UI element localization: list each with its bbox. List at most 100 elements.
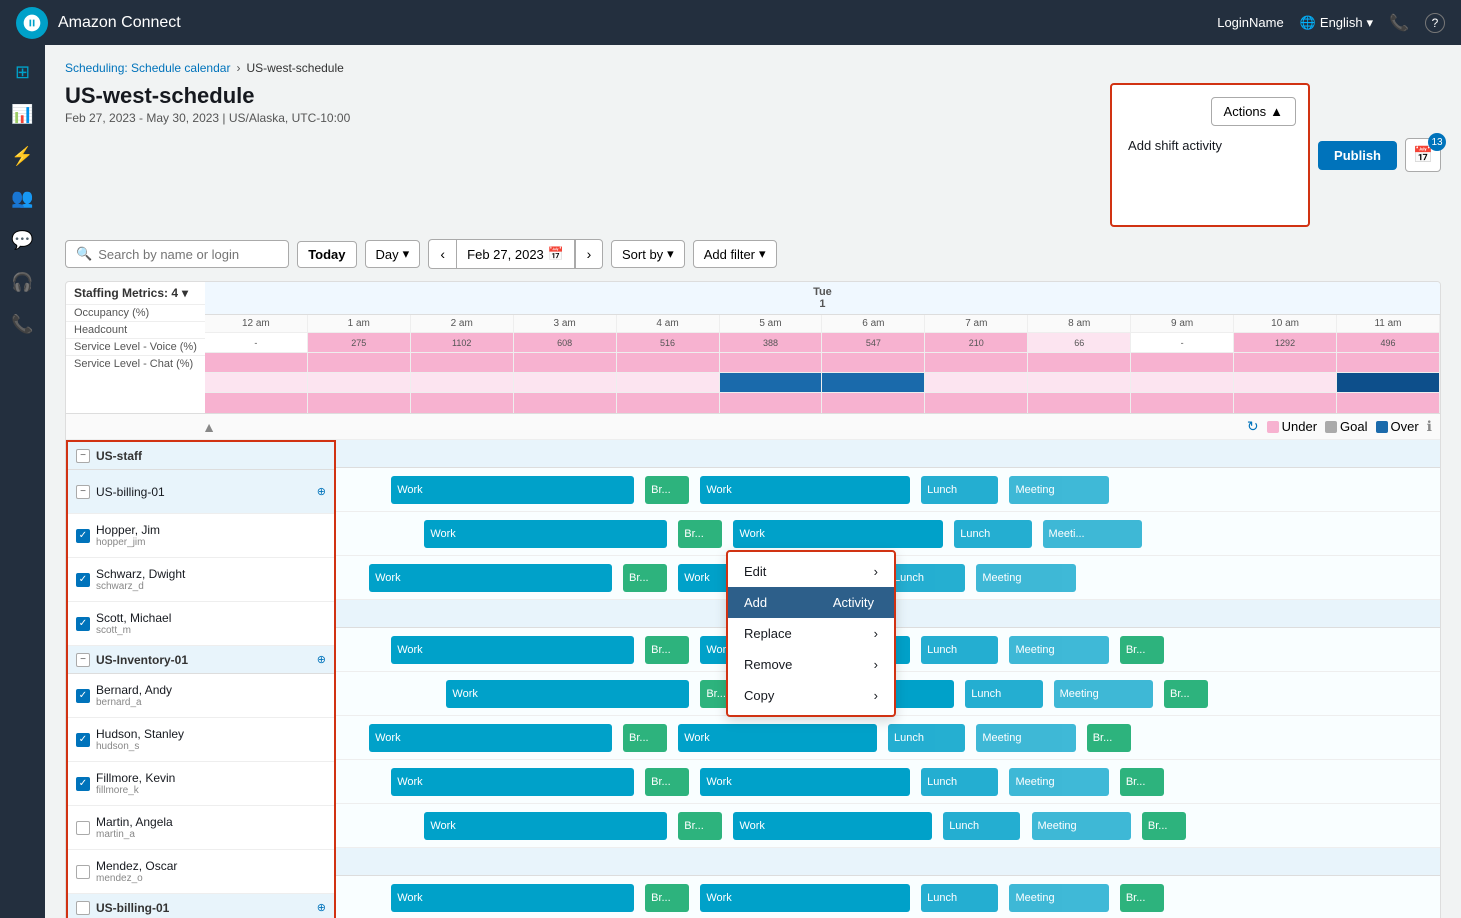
bernard-break-block[interactable]: Br...	[645, 636, 689, 664]
sidebar-item-home[interactable]: ⊞	[4, 53, 42, 91]
search-box[interactable]: 🔍	[65, 240, 289, 268]
bratton-lunch-block[interactable]: Lunch	[921, 884, 998, 912]
prev-date-button[interactable]: ‹	[428, 239, 456, 269]
billing-01-checkbox[interactable]: −	[76, 485, 90, 499]
bratton-work2-block[interactable]: Work	[700, 884, 910, 912]
refresh-icon[interactable]: ↻	[1247, 418, 1259, 435]
top-nav-right: LoginName 🌐 English ▾ 📞 ?	[1217, 13, 1445, 33]
sidebar-item-phone[interactable]: 📞	[4, 305, 42, 343]
bernard-meeting-block[interactable]: Meeting	[1009, 636, 1108, 664]
hudson-work-block[interactable]: Work	[446, 680, 689, 708]
mendez-work2-block[interactable]: Work	[733, 812, 932, 840]
bratton-break2-block[interactable]: Br...	[1120, 884, 1164, 912]
schwarz-checkbox[interactable]: ✓	[76, 573, 90, 587]
fillmore-work2-block[interactable]: Work	[678, 724, 877, 752]
context-replace[interactable]: Replace ›	[728, 618, 894, 649]
martin-checkbox[interactable]	[76, 821, 90, 835]
martin-break-block[interactable]: Br...	[645, 768, 689, 796]
over-label: Over	[1391, 419, 1419, 434]
martin-work2-block[interactable]: Work	[700, 768, 910, 796]
group-billing-checkbox[interactable]	[76, 901, 90, 915]
search-input[interactable]	[98, 247, 278, 262]
group-inventory-checkbox[interactable]: −	[76, 653, 90, 667]
scott-meeting-block[interactable]: Meeting	[976, 564, 1075, 592]
mendez-break-block[interactable]: Br...	[678, 812, 722, 840]
mendez-meeting-block[interactable]: Meeting	[1032, 812, 1131, 840]
fillmore-meeting-block[interactable]: Meeting	[976, 724, 1075, 752]
sidebar-item-headset[interactable]: 🎧	[4, 263, 42, 301]
publish-button[interactable]: Publish	[1318, 141, 1397, 170]
collapse-icon[interactable]: ▲	[202, 419, 216, 435]
sidebar-item-users[interactable]: 👥	[4, 179, 42, 217]
sidebar-item-analytics[interactable]: 📊	[4, 95, 42, 133]
bernard-lunch-block[interactable]: Lunch	[921, 636, 998, 664]
fillmore-break-block[interactable]: Br...	[623, 724, 667, 752]
hopper-meeting-block[interactable]: Meeting	[1009, 476, 1108, 504]
mendez-lunch-block[interactable]: Lunch	[943, 812, 1020, 840]
today-button[interactable]: Today	[297, 241, 356, 268]
billing-grp-expand[interactable]: ⊕	[317, 901, 326, 914]
language-selector[interactable]: 🌐 English ▾	[1300, 15, 1373, 31]
hopper-checkbox[interactable]: ✓	[76, 529, 90, 543]
actions-button[interactable]: Actions ▲	[1211, 97, 1297, 126]
sidebar-item-routing[interactable]: ⚡	[4, 137, 42, 175]
hudson-lunch-block[interactable]: Lunch	[965, 680, 1042, 708]
martin-meeting-block[interactable]: Meeting	[1009, 768, 1108, 796]
schwarz-break-block[interactable]: Br...	[678, 520, 722, 548]
martin-work-block[interactable]: Work	[391, 768, 634, 796]
bratton-work-block[interactable]: Work	[391, 884, 634, 912]
add-filter-button[interactable]: Add filter ▾	[693, 240, 777, 268]
bernard-work-block[interactable]: Work	[391, 636, 634, 664]
schwarz-work2-block[interactable]: Work	[733, 520, 943, 548]
next-date-button[interactable]: ›	[575, 239, 603, 269]
hudson-checkbox[interactable]: ✓	[76, 733, 90, 747]
scott-checkbox[interactable]: ✓	[76, 617, 90, 631]
fillmore-checkbox[interactable]: ✓	[76, 777, 90, 791]
martin-break2-block[interactable]: Br...	[1120, 768, 1164, 796]
martin-lunch-block[interactable]: Lunch	[921, 768, 998, 796]
schwarz-meeting-block[interactable]: Meeti...	[1043, 520, 1142, 548]
staffing-metrics-label: Staffing Metrics: 4 ▾	[66, 282, 205, 305]
scott-break-block[interactable]: Br...	[623, 564, 667, 592]
schwarz-info: Schwarz, Dwight schwarz_d	[96, 567, 185, 592]
scott-work-block[interactable]: Work	[369, 564, 612, 592]
bratton-break-block[interactable]: Br...	[645, 884, 689, 912]
add-shift-activity-item[interactable]: Add shift activity	[1112, 130, 1308, 161]
user-login: LoginName	[1217, 15, 1284, 30]
context-copy[interactable]: Copy ›	[728, 680, 894, 711]
scott-lunch-block[interactable]: Lunch	[888, 564, 965, 592]
schwarz-lunch-block[interactable]: Lunch	[954, 520, 1031, 548]
hudson-info: Hudson, Stanley hudson_s	[96, 727, 184, 752]
bernard-break2-block[interactable]: Br...	[1120, 636, 1164, 664]
bernard-checkbox[interactable]: ✓	[76, 689, 90, 703]
mendez-break2-block[interactable]: Br...	[1142, 812, 1186, 840]
calendar-button[interactable]: 📅 13	[1405, 138, 1441, 172]
help-icon[interactable]: ?	[1425, 13, 1445, 33]
sidebar-item-channels[interactable]: 💬	[4, 221, 42, 259]
fillmore-lunch-block[interactable]: Lunch	[888, 724, 965, 752]
hopper-work-block[interactable]: Work	[391, 476, 634, 504]
fillmore-break2-block[interactable]: Br...	[1087, 724, 1131, 752]
hudson-break2-block[interactable]: Br...	[1164, 680, 1208, 708]
group-us-staff-checkbox[interactable]: −	[76, 449, 90, 463]
info-icon[interactable]: ℹ	[1427, 418, 1432, 435]
mendez-work-block[interactable]: Work	[424, 812, 667, 840]
day-dropdown-button[interactable]: Day ▾	[365, 240, 421, 268]
context-add[interactable]: Add Activity	[728, 587, 894, 618]
fillmore-work-block[interactable]: Work	[369, 724, 612, 752]
mendez-checkbox[interactable]	[76, 865, 90, 879]
inventory-expand[interactable]: ⊕	[317, 653, 326, 666]
hopper-lunch-block[interactable]: Lunch	[921, 476, 998, 504]
context-edit[interactable]: Edit ›	[728, 556, 894, 587]
hopper-break-block[interactable]: Br...	[645, 476, 689, 504]
schwarz-work-block[interactable]: Work	[424, 520, 667, 548]
sort-by-button[interactable]: Sort by ▾	[611, 240, 685, 268]
phone-icon[interactable]: 📞	[1389, 13, 1409, 33]
bratton-meeting-block[interactable]: Meeting	[1009, 884, 1108, 912]
context-remove[interactable]: Remove ›	[728, 649, 894, 680]
chevron-down-icon-staffing[interactable]: ▾	[182, 286, 188, 300]
hudson-meeting-block[interactable]: Meeting	[1054, 680, 1153, 708]
hopper-work2-block[interactable]: Work	[700, 476, 910, 504]
breadcrumb-parent-link[interactable]: Scheduling: Schedule calendar	[65, 61, 230, 75]
billing-01-expand[interactable]: ⊕	[317, 485, 326, 498]
